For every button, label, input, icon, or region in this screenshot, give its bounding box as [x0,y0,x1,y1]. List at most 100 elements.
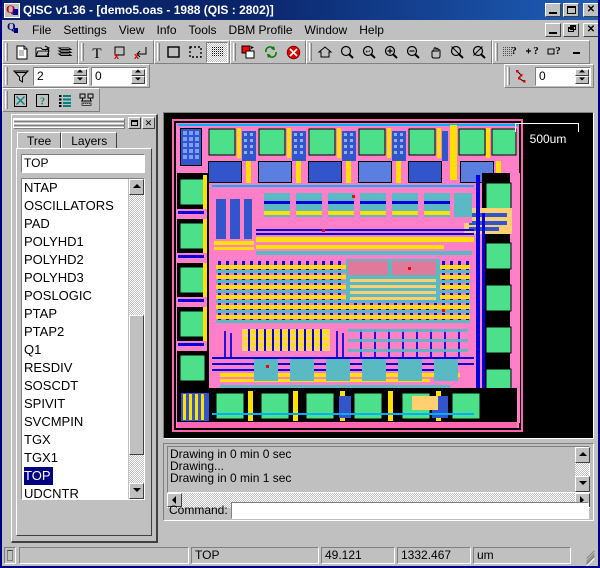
outline-mode-button[interactable] [162,42,184,63]
marker-spinbox[interactable]: 0 [535,66,591,86]
cell-bbox-button[interactable] [10,90,32,111]
cell-query-button[interactable]: ? [32,90,54,111]
delete-instance-button[interactable]: x [130,42,152,63]
cell-list-scrollbar[interactable] [128,179,144,499]
query-point-button[interactable]: ? [522,42,544,63]
zoom-previous-button[interactable]: ↩ [358,42,380,63]
level-spin-down[interactable] [131,76,145,84]
menu-dbm-profile[interactable]: DBM Profile [223,22,299,38]
list-item[interactable]: TGX1 [22,450,58,465]
document-icon[interactable] [6,21,22,37]
log-scroll-track[interactable] [575,463,589,476]
dotted-fill-button[interactable] [184,42,206,63]
menu-help[interactable]: Help [353,22,390,38]
mdi-restore-button[interactable] [563,22,579,37]
scroll-down-button[interactable] [129,483,144,499]
toolbar-grip[interactable] [5,43,8,61]
list-item[interactable]: RESDIV [22,360,72,375]
menu-view[interactable]: View [113,22,151,38]
menu-tools[interactable]: Tools [183,22,223,38]
list-item[interactable]: Q1 [22,342,41,357]
stop-button[interactable] [282,42,304,63]
toolbar-grip[interactable] [81,43,84,61]
list-item[interactable]: POSLOGIC [22,288,92,303]
panel-close-button[interactable]: ✕ [142,117,155,129]
text-tool-button[interactable]: T [86,42,108,63]
color-button[interactable] [238,42,260,63]
resize-grip[interactable] [582,548,596,562]
list-item[interactable]: TGX [22,432,51,447]
list-item[interactable]: PAD [22,216,50,231]
zoom-select-button[interactable] [446,42,468,63]
tab-layers[interactable]: Layers [61,132,118,149]
level-spinbox[interactable]: 0 [91,66,147,86]
tab-tree[interactable]: Tree [17,132,62,149]
tree-panel-caption[interactable]: ✕ [13,116,155,130]
list-item[interactable]: POLYHD2 [22,252,84,267]
panel-grip[interactable] [13,117,125,129]
marker-spin-up[interactable] [575,68,589,76]
cell-name-input[interactable]: TOP [21,154,145,173]
toolbar-grip[interactable] [309,43,312,61]
depth-spin-down[interactable] [73,76,87,84]
toolbar-grip[interactable] [495,43,498,61]
mdi-minimize-button[interactable] [545,22,561,37]
list-item[interactable]: OSCILLATORS [22,198,114,213]
zoom-button[interactable] [336,42,358,63]
marker-button[interactable] [512,66,534,87]
depth-value[interactable]: 2 [34,67,73,85]
toolbar-grip[interactable] [233,43,236,61]
log-scroll-down-button[interactable] [575,476,590,492]
cell-list[interactable]: NTAP OSCILLATORS PAD POLYHD1 POLYHD2 POL… [21,178,145,500]
minimize-button[interactable] [545,3,561,17]
list-item[interactable]: POLYHD1 [22,234,84,249]
layers-button[interactable] [54,42,76,63]
query-box-button[interactable]: ? [544,42,566,63]
toolbar-grip[interactable] [157,43,160,61]
list-item[interactable]: POLYHD3 [22,270,84,285]
marker-value[interactable]: 0 [536,67,575,85]
command-input[interactable] [230,501,589,519]
mdi-close-button[interactable]: ✕ [583,22,598,37]
list-item[interactable]: UDCNTR [22,486,79,499]
level-spin-up[interactable] [131,68,145,76]
menu-info[interactable]: Info [151,22,183,38]
pan-button[interactable] [424,42,446,63]
list-item[interactable]: PTAP2 [22,324,64,339]
zoom-out-button[interactable] [402,42,424,63]
refresh-button[interactable] [260,42,282,63]
panel-maximize-button[interactable] [128,117,141,129]
menu-window[interactable]: Window [299,22,354,38]
query-extra-button[interactable] [566,42,588,63]
solid-fill-button[interactable] [206,41,228,63]
menu-settings[interactable]: Settings [57,22,112,38]
zoom-in-button[interactable] [380,42,402,63]
query-area-button[interactable]: ? [500,42,522,63]
log-vscrollbar[interactable] [574,447,590,492]
list-view-button[interactable] [54,90,76,111]
delete-cell-button[interactable]: x [108,42,130,63]
maximize-button[interactable] [563,3,579,17]
scroll-thumb[interactable] [129,315,144,455]
list-item[interactable]: SVCMPIN [22,414,83,429]
new-button[interactable] [10,42,32,63]
menu-file[interactable]: File [26,22,57,38]
scroll-track[interactable] [129,195,144,483]
list-item[interactable]: SPIVIT [22,396,65,411]
toolbar-grip[interactable] [5,91,8,109]
zoom-cancel-button[interactable] [468,42,490,63]
list-item[interactable]: PTAP [22,306,57,321]
scroll-up-button[interactable] [129,179,144,195]
zoom-home-button[interactable] [314,42,336,63]
depth-spin-up[interactable] [73,68,87,76]
toolbar-grip[interactable] [5,67,8,85]
open-button[interactable] [32,42,54,63]
log-output[interactable]: Drawing in 0 min 0 sec Drawing... Drawin… [167,446,590,493]
depth-spinbox[interactable]: 2 [33,66,89,86]
layout-canvas[interactable]: 500um [164,113,593,438]
log-scroll-up-button[interactable] [575,447,590,463]
close-button[interactable]: ✕ [583,3,598,17]
align-button[interactable] [76,90,98,111]
list-item-selected[interactable]: TOP [24,467,53,485]
list-item[interactable]: NTAP [22,180,58,195]
